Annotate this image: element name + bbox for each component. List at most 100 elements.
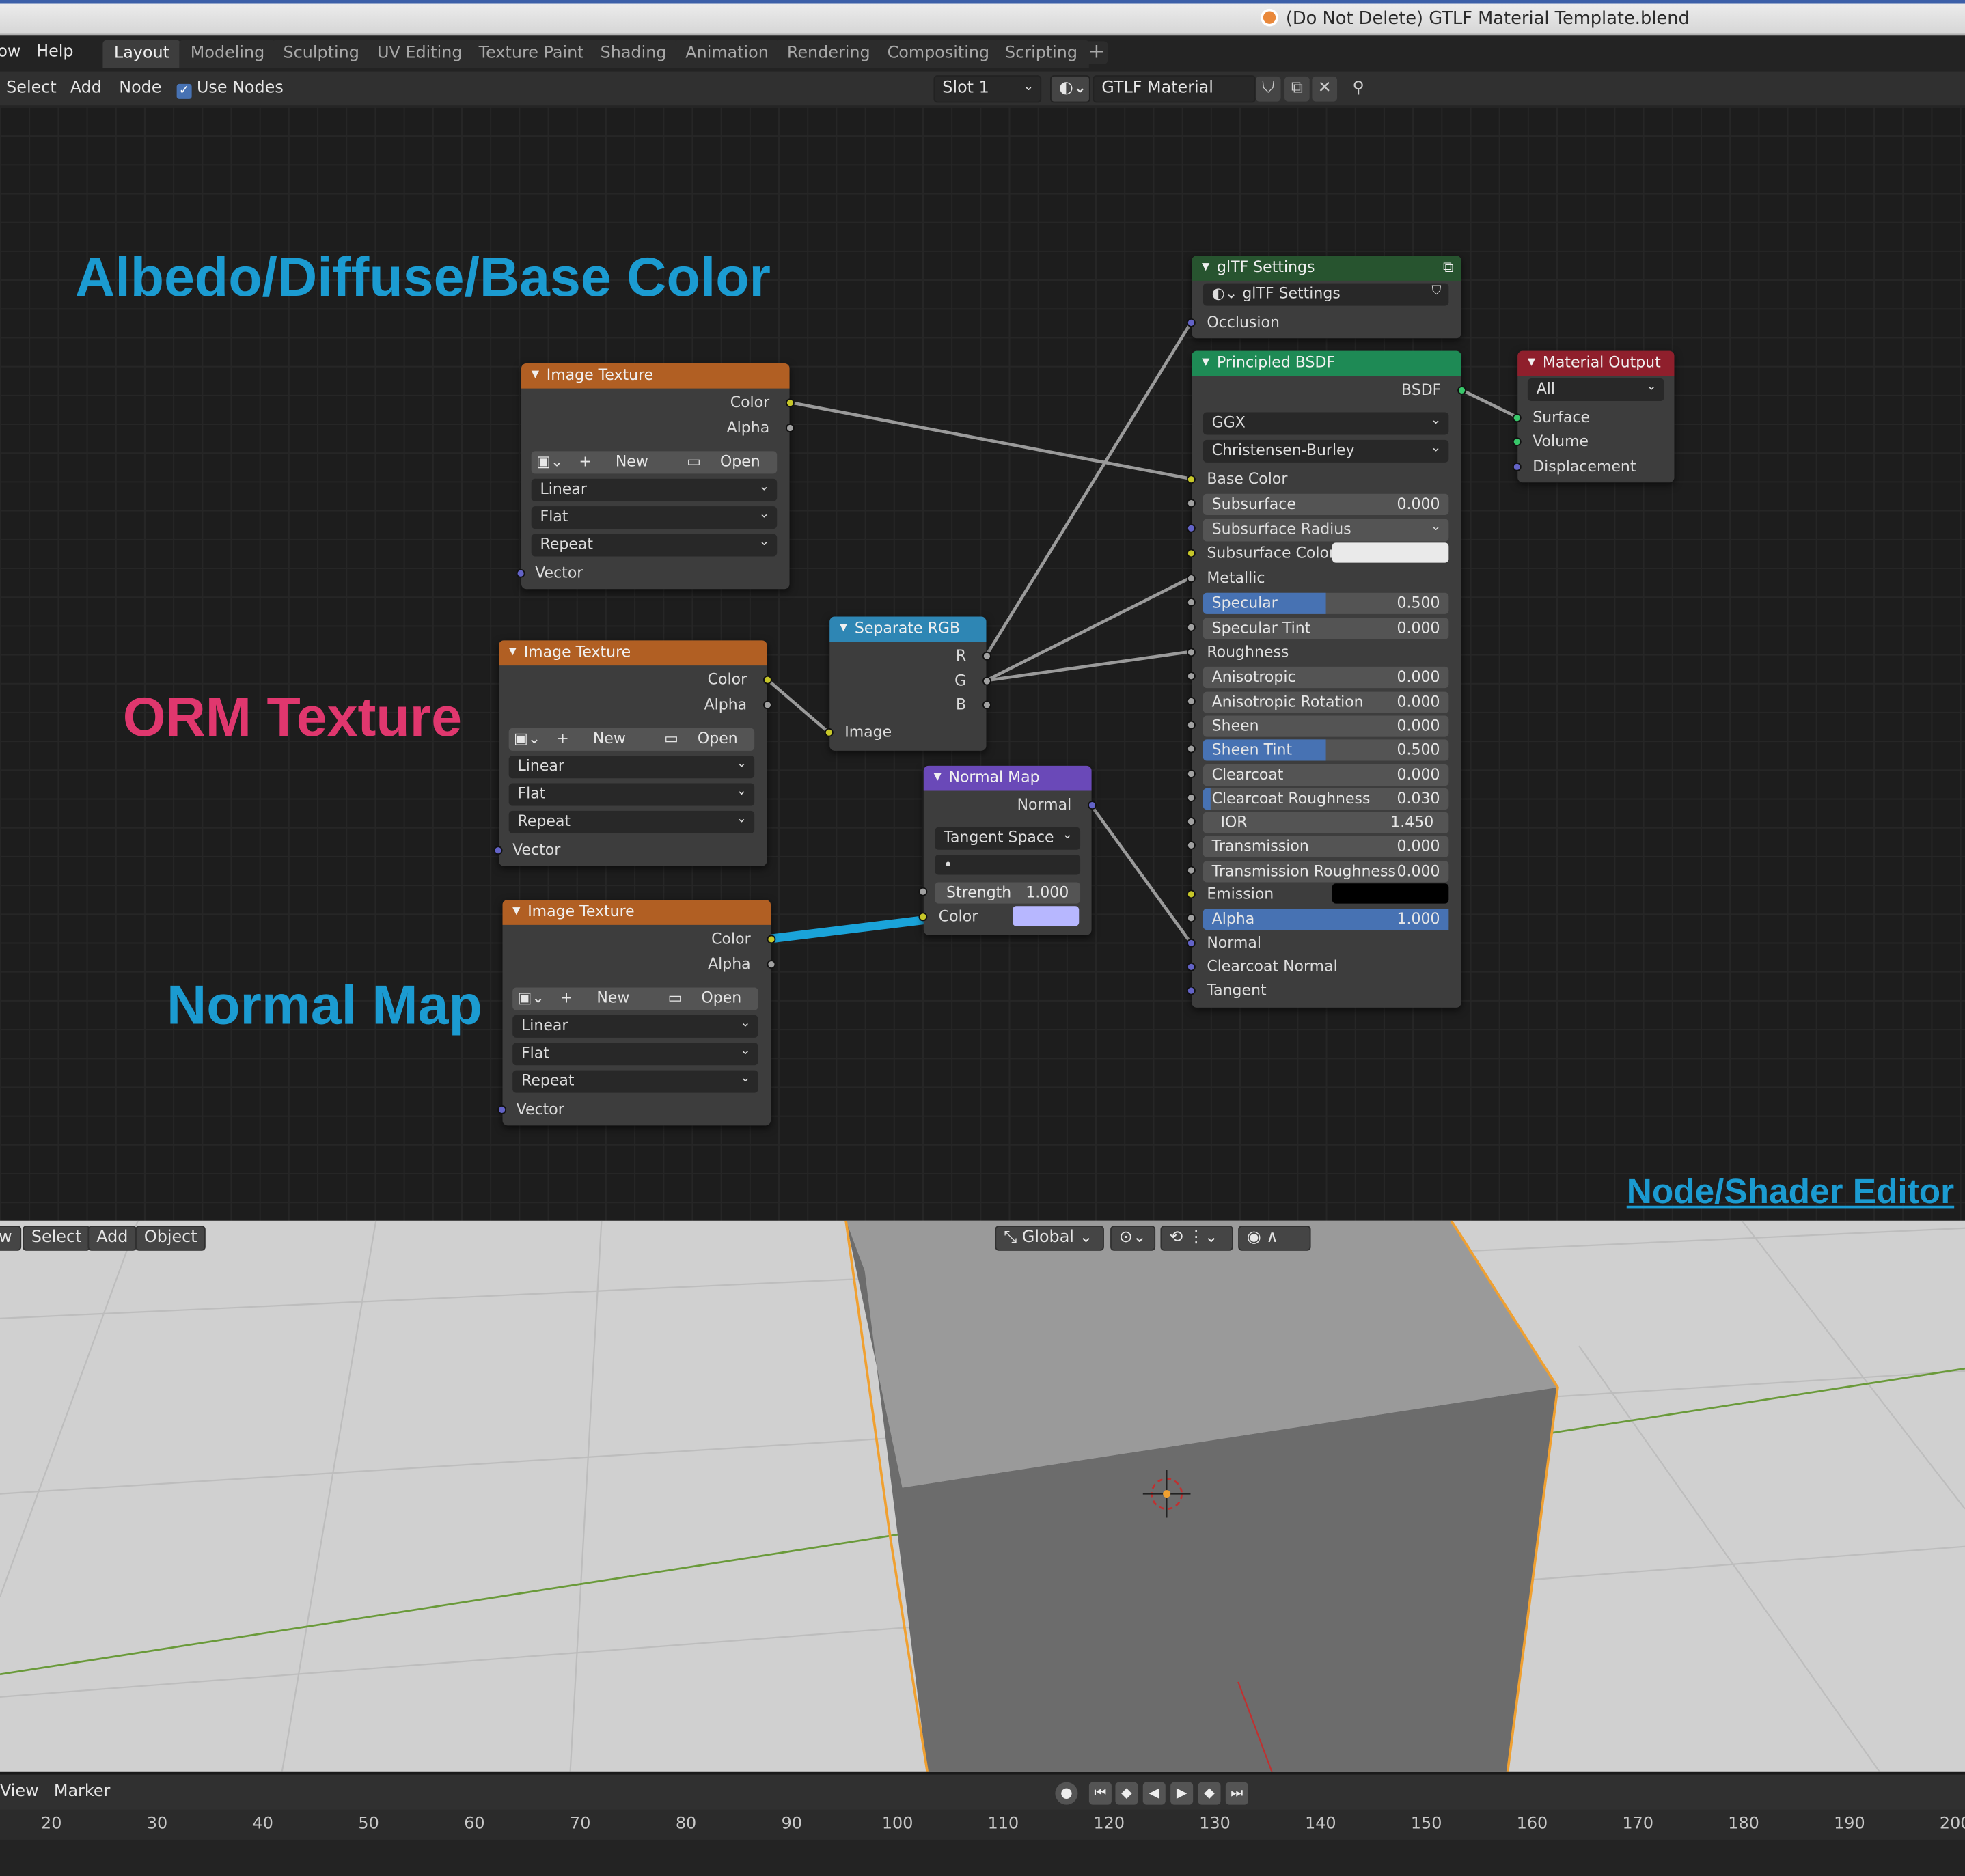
image-texture-node-albedo[interactable]: ▼ Image Texture Color Alpha ▣⌄ + New ▭ Op… xyxy=(516,363,795,590)
socket-clearcoat-normal[interactable] xyxy=(1186,962,1196,971)
transmission-roughness-field[interactable]: Transmission Roughness 0.000 xyxy=(1203,861,1449,883)
collapse-triangle-icon[interactable]: ▼ xyxy=(512,905,520,916)
menu-select[interactable]: Select xyxy=(23,1226,91,1251)
socket-image[interactable] xyxy=(824,728,834,737)
socket-ior[interactable] xyxy=(1186,817,1196,826)
material-output-node[interactable]: ▼ Material Output All ⌄ Surface Volume Dis… xyxy=(1512,350,1675,483)
node-header[interactable]: ▼ Separate RGB xyxy=(829,616,987,642)
ior-field[interactable]: IOR 1.450 xyxy=(1203,812,1449,833)
projection-dropdown[interactable]: Flat ⌄ xyxy=(508,783,755,806)
open-image-button[interactable]: ▭ Open xyxy=(668,989,742,1006)
socket-color[interactable] xyxy=(763,675,772,685)
node-header[interactable]: ▼ Material Output xyxy=(1517,350,1675,376)
socket-vector[interactable] xyxy=(497,1105,507,1114)
collapse-triangle-icon[interactable]: ▼ xyxy=(1202,261,1209,273)
socket-sheen-tint[interactable] xyxy=(1186,744,1196,754)
projection-dropdown[interactable]: Flat ⌄ xyxy=(512,1043,758,1066)
3d-viewport[interactable]: w Select Add Object ⤡ Global ⌄ ⊙⌄ ⟲ ⋮⌄ ◉… xyxy=(0,1220,1965,1772)
socket-emission[interactable] xyxy=(1186,889,1196,899)
socket-vector[interactable] xyxy=(493,846,503,855)
play-reverse-icon[interactable]: ◀ xyxy=(1142,1782,1166,1805)
subsurface-radius-field[interactable]: Subsurface Radius ⌄ xyxy=(1203,519,1449,542)
separate-rgb-node[interactable]: ▼ Separate RGB R G B Image xyxy=(824,616,991,751)
socket-color[interactable] xyxy=(786,398,795,408)
image-browse-icon[interactable]: ▣⌄ xyxy=(518,989,545,1006)
socket-color[interactable] xyxy=(918,912,928,922)
clearcoat-roughness-field[interactable]: Clearcoat Roughness 0.030 xyxy=(1203,788,1449,810)
emission-color-swatch[interactable] xyxy=(1332,883,1449,904)
node-editor-canvas[interactable]: Albedo/Diffuse/Base Color ORM Texture No… xyxy=(0,106,1965,1221)
socket-subsurface-color[interactable] xyxy=(1186,549,1196,558)
menu-object[interactable]: Object xyxy=(135,1226,206,1251)
extension-dropdown[interactable]: Repeat ⌄ xyxy=(508,810,755,833)
menu-view[interactable]: View xyxy=(0,1782,39,1802)
group-datablock-field[interactable]: ◐⌄ glTF Settings ⛉ xyxy=(1203,283,1449,306)
node-header[interactable]: ▼ Image Texture xyxy=(499,640,767,666)
collapse-triangle-icon[interactable]: ▼ xyxy=(933,771,941,782)
color-swatch[interactable] xyxy=(1013,906,1080,926)
subsurface-field[interactable]: Subsurface 0.000 xyxy=(1203,493,1449,515)
group-browse-icon[interactable]: ◐⌄ xyxy=(1212,284,1238,302)
socket-alpha[interactable] xyxy=(786,424,795,432)
collapse-triangle-icon[interactable]: ▼ xyxy=(509,646,517,657)
socket-occlusion[interactable] xyxy=(1186,318,1196,327)
jump-start-icon[interactable]: ⏮ xyxy=(1088,1782,1112,1805)
specular-field[interactable]: Specular 0.500 xyxy=(1203,592,1449,614)
socket-volume[interactable] xyxy=(1512,437,1522,447)
socket-color[interactable] xyxy=(767,935,776,944)
socket-r[interactable] xyxy=(982,651,991,661)
new-image-button[interactable]: + New xyxy=(556,730,625,747)
pivot-point-dropdown[interactable]: ⊙⌄ xyxy=(1110,1226,1156,1251)
node-header[interactable]: ▼ Image Texture xyxy=(502,900,771,925)
menu-add[interactable]: Add xyxy=(87,1226,137,1251)
new-image-button[interactable]: + New xyxy=(560,989,629,1006)
node-header[interactable]: ▼ Image Texture xyxy=(521,363,790,389)
principled-bsdf-node[interactable]: ▼ Principled BSDF BSDF GGX ⌄ Christensen-B… xyxy=(1186,350,1466,1008)
socket-alpha[interactable] xyxy=(767,960,776,969)
extension-dropdown[interactable]: Repeat ⌄ xyxy=(531,534,778,557)
proportional-editing-toggle[interactable]: ◉ ∧ xyxy=(1238,1226,1311,1251)
image-browse-row[interactable]: ▣⌄ + New ▭ Open xyxy=(531,451,778,474)
collapse-triangle-icon[interactable]: ▼ xyxy=(1528,356,1535,368)
jump-keyframe-back-icon[interactable]: ◆ xyxy=(1115,1782,1138,1805)
sheen-field[interactable]: Sheen 0.000 xyxy=(1203,715,1449,737)
socket-subsurface-radius[interactable] xyxy=(1186,523,1196,533)
socket-specular-tint[interactable] xyxy=(1186,622,1196,632)
interpolation-dropdown[interactable]: Linear ⌄ xyxy=(512,1015,758,1038)
socket-sheen[interactable] xyxy=(1186,720,1196,730)
socket-base-color[interactable] xyxy=(1186,475,1196,484)
socket-g[interactable] xyxy=(982,676,991,686)
socket-strength[interactable] xyxy=(918,887,928,896)
node-header[interactable]: ▼ glTF Settings ⧉ xyxy=(1192,256,1461,281)
collapse-triangle-icon[interactable]: ▼ xyxy=(840,622,847,633)
socket-tangent[interactable] xyxy=(1186,986,1196,995)
strength-field[interactable]: Strength 1.000 xyxy=(935,882,1081,904)
socket-vector[interactable] xyxy=(516,568,525,578)
socket-bsdf[interactable] xyxy=(1457,386,1466,395)
node-group-icon[interactable]: ⧉ xyxy=(1443,258,1454,277)
subsurface-method-dropdown[interactable]: Christensen-Burley ⌄ xyxy=(1203,439,1449,463)
socket-clearcoat[interactable] xyxy=(1186,769,1196,779)
jump-keyframe-forward-icon[interactable]: ◆ xyxy=(1198,1782,1221,1805)
timeline-ruler[interactable]: 20 30 40 50 60 70 80 90 100 110 120 130 140 150 160 170… xyxy=(0,1809,1965,1876)
collapse-triangle-icon[interactable]: ▼ xyxy=(532,368,539,380)
image-browse-icon[interactable]: ▣⌄ xyxy=(514,730,540,747)
socket-subsurface[interactable] xyxy=(1186,499,1196,508)
menu-view[interactable]: w xyxy=(0,1226,21,1251)
normal-map-node[interactable]: ▼ Normal Map Normal Tangent Space ⌄ • Stre… xyxy=(918,765,1097,935)
transmission-field[interactable]: Transmission 0.000 xyxy=(1203,836,1449,857)
record-button[interactable]: ● xyxy=(1055,1782,1078,1805)
image-texture-node-orm[interactable]: ▼ Image Texture Color Alpha ▣⌄ + New ▭ Op… xyxy=(493,640,772,866)
new-image-button[interactable]: + New xyxy=(579,452,648,470)
interpolation-dropdown[interactable]: Linear ⌄ xyxy=(508,756,755,779)
socket-transmission-roughness[interactable] xyxy=(1186,866,1196,875)
interpolation-dropdown[interactable]: Linear ⌄ xyxy=(531,478,778,501)
gltf-settings-node[interactable]: ▼ glTF Settings ⧉ ◐⌄ glTF Settings ⛉ Occlus… xyxy=(1186,256,1461,339)
socket-anisotropic-rotation[interactable] xyxy=(1186,696,1196,706)
uv-map-field[interactable]: • xyxy=(935,855,1081,875)
anisotropic-field[interactable]: Anisotropic 0.000 xyxy=(1203,666,1449,689)
snapping-toggle[interactable]: ⟲ ⋮⌄ xyxy=(1160,1226,1233,1251)
socket-transmission[interactable] xyxy=(1186,840,1196,850)
fake-user-shield-icon[interactable]: ⛉ xyxy=(1432,284,1442,298)
socket-normal[interactable] xyxy=(1088,801,1097,810)
